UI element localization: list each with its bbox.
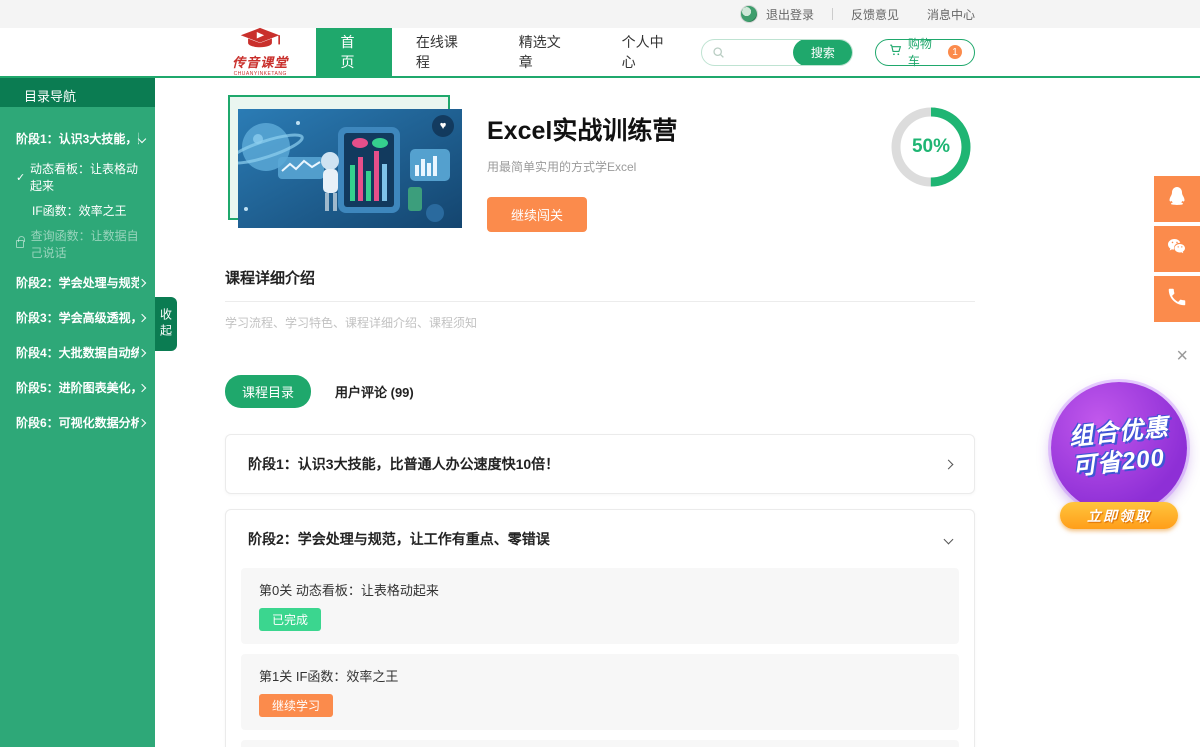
course-image[interactable]: ♥ (238, 109, 462, 228)
chevron-right-icon (138, 348, 146, 356)
site-logo[interactable]: 传音课堂 CHUANYINKETANG (222, 28, 298, 76)
chevron-right-icon (944, 459, 954, 469)
sidebar-item-stage6[interactable]: 阶段6：可视化数据分析，帮老板... (0, 405, 155, 440)
nav-item-profile[interactable]: 个人中心 (598, 28, 701, 76)
check-icon: ✓ (16, 171, 30, 184)
sidebar-item-stage5[interactable]: 阶段5：进阶图表美化，让汇报一... (0, 370, 155, 405)
course-title: Excel实战训练营 (487, 111, 677, 147)
content-row: 目录导航 阶段1：认识3大技能，比普通人... ✓ 动态看板：让表格动起来 IF… (0, 78, 1200, 747)
sidebar-item-stage3[interactable]: 阶段3：学会高级透视，拥有同时... (0, 300, 155, 335)
main-content: ♥ Excel实战训练营 用最简单实用的方式学Excel 继续闯关 50% 课程 (155, 78, 1200, 747)
sidebar-lesson-done[interactable]: ✓ 动态看板：让表格动起来 (0, 156, 155, 198)
user-avatar[interactable] (740, 5, 758, 23)
nav-right: 搜索 购物车 1 (701, 28, 1200, 76)
lesson-row[interactable]: 第1关 IF函数：效率之王 继续学习 (241, 654, 959, 730)
sidebar-lesson-current[interactable]: IF函数：效率之王 (0, 198, 155, 223)
chevron-right-icon (138, 418, 146, 426)
messages-link[interactable]: 消息中心 (927, 6, 975, 23)
phone-contact-button[interactable] (1154, 276, 1200, 322)
promo-badge[interactable]: 组合优惠 可省200 (1051, 382, 1187, 514)
progress-percent: 50% (887, 103, 975, 191)
topbar: 退出登录 反馈意见 消息中心 (0, 0, 1200, 28)
lesson-row[interactable]: 第0关 动态看板：让表格动起来 已完成 (241, 568, 959, 644)
logout-link[interactable]: 退出登录 (766, 6, 814, 23)
nav-item-articles[interactable]: 精选文章 (495, 28, 598, 76)
detail-heading: 课程详细介绍 (225, 267, 975, 302)
progress-ring: 50% (887, 103, 975, 191)
tabs: 课程目录 用户评论 (99) (225, 375, 1200, 408)
search-button[interactable]: 搜索 (793, 39, 853, 66)
chevron-right-icon (138, 278, 146, 286)
tab-comments[interactable]: 用户评论 (99) (335, 382, 414, 401)
phone-icon (1166, 286, 1188, 313)
search-input[interactable] (731, 45, 793, 59)
chevron-down-icon (944, 534, 954, 544)
status-badge-continue[interactable]: 继续学习 (259, 694, 333, 717)
course-header: ♥ Excel实战训练营 用最简单实用的方式学Excel 继续闯关 50% (225, 95, 975, 237)
continue-course-button[interactable]: 继续闯关 (487, 197, 587, 232)
sidebar-item-stage2[interactable]: 阶段2：学会处理与规范，让工作... (0, 265, 155, 300)
navbar: 传音课堂 CHUANYINKETANG 首页 在线课程 精选文章 个人中心 搜索 (0, 28, 1200, 76)
course-image-wrap: ♥ (225, 95, 463, 237)
logo-subtitle: CHUANYINKETANG (234, 71, 287, 77)
course-subtitle: 用最简单实用的方式学Excel (487, 158, 677, 175)
qq-contact-button[interactable] (1154, 176, 1200, 222)
detail-description: 学习流程、学习特色、课程详细介绍、课程须知 (225, 314, 1200, 331)
divider (832, 8, 833, 20)
chevron-right-icon (138, 383, 146, 391)
cart-icon (888, 42, 903, 62)
page: 退出登录 反馈意见 消息中心 传音课堂 CHUANYINKETANG 首页 在线… (0, 0, 1200, 747)
chevron-right-icon (138, 313, 146, 321)
sidebar-collapse-button[interactable]: 收起 (155, 297, 177, 351)
nav-item-courses[interactable]: 在线课程 (392, 28, 495, 76)
close-icon[interactable]: × (1176, 346, 1188, 366)
accordion-stage1: 阶段1：认识3大技能，比普通人办公速度快10倍！ (225, 434, 975, 494)
accordion-stage2-header[interactable]: 阶段2：学会处理与规范，让工作有重点、零错误 (226, 510, 974, 568)
claim-coupon-button[interactable]: 立即领取 (1060, 502, 1178, 529)
chevron-down-icon (138, 134, 146, 142)
catalog-sidebar: 目录导航 阶段1：认识3大技能，比普通人... ✓ 动态看板：让表格动起来 IF… (0, 78, 155, 747)
wechat-contact-button[interactable] (1154, 226, 1200, 272)
lesson-row[interactable]: 第1关 IF函数：效率之王 未解锁 (241, 740, 959, 747)
course-info: Excel实战训练营 用最简单实用的方式学Excel 继续闯关 (487, 95, 677, 237)
cart-button[interactable]: 购物车 1 (875, 39, 975, 66)
sidebar-item-stage1[interactable]: 阶段1：认识3大技能，比普通人... (0, 121, 155, 156)
logo-title: 传音课堂 (232, 52, 288, 71)
favorite-heart-icon[interactable]: ♥ (432, 115, 454, 137)
lock-icon (16, 240, 24, 248)
sidebar-lesson-locked[interactable]: 查询函数：让数据自己说话 (0, 223, 155, 265)
sidebar-item-stage4[interactable]: 阶段4：大批数据自动统计分析，... (0, 335, 155, 370)
tab-catalog[interactable]: 课程目录 (225, 375, 311, 408)
cart-count-badge: 1 (948, 45, 962, 59)
floating-contact-bar (1154, 176, 1200, 326)
graduation-cap-icon (238, 27, 282, 54)
accordion-stage2: 阶段2：学会处理与规范，让工作有重点、零错误 第0关 动态看板：让表格动起来 已… (225, 509, 975, 747)
accordion-stage1-header[interactable]: 阶段1：认识3大技能，比普通人办公速度快10倍！ (226, 435, 974, 493)
search-box: 搜索 (701, 39, 853, 66)
feedback-link[interactable]: 反馈意见 (851, 6, 899, 23)
wechat-icon (1165, 235, 1189, 264)
search-icon (712, 46, 725, 59)
qq-icon (1165, 185, 1189, 214)
nav-item-home[interactable]: 首页 (316, 28, 391, 76)
cart-label: 购物车 (908, 35, 942, 69)
status-badge-done[interactable]: 已完成 (259, 608, 321, 631)
sidebar-title: 目录导航 (0, 78, 155, 107)
